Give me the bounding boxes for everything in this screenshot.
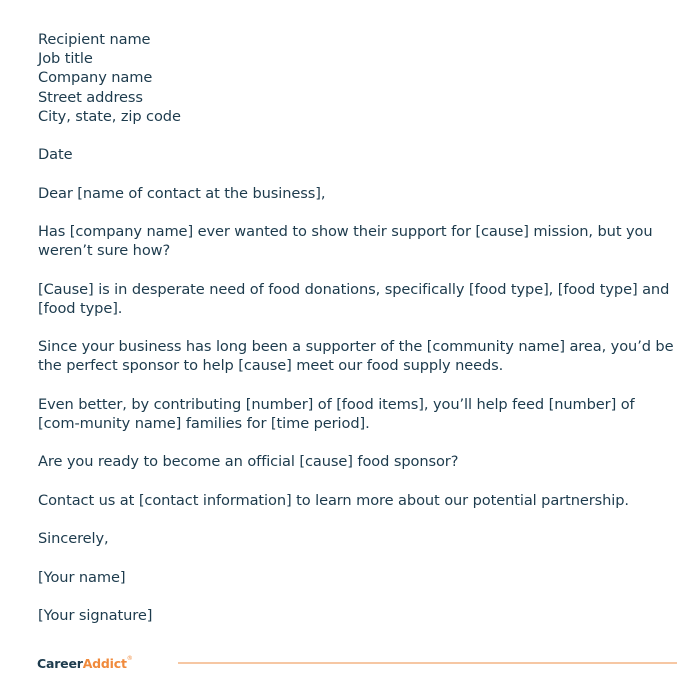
- paragraph: Has [company name] ever wanted to show t…: [38, 222, 653, 260]
- sender-signature: [Your signature]: [38, 606, 153, 624]
- address-line: Street address: [38, 88, 143, 106]
- logo-text-career: Career: [37, 656, 83, 671]
- careeraddict-logo: CareerAddict®: [37, 655, 133, 671]
- closing: Sincerely,: [38, 530, 109, 548]
- address-line: Job title: [38, 50, 93, 68]
- paragraph: [Cause] is in desperate need of food don…: [38, 280, 670, 317]
- paragraph: Contact us at [contact information] to l…: [38, 491, 629, 509]
- sender-name: [Your name]: [38, 568, 126, 586]
- registered-mark-icon: ®: [126, 655, 133, 662]
- paragraph: Are you ready to become an official [cau…: [38, 453, 459, 471]
- logo-text-addict: Addict: [82, 656, 127, 671]
- footer-divider: [178, 662, 677, 664]
- letter-body: Recipient name Job title Company name St…: [38, 30, 678, 625]
- address-line: City, state, zip code: [38, 107, 181, 125]
- salutation: Dear [name of contact at the business],: [38, 184, 326, 202]
- recipient-address: Recipient name Job title Company name St…: [38, 30, 678, 126]
- paragraph: Since your business has long been a supp…: [38, 338, 674, 375]
- address-line: Company name: [38, 69, 153, 87]
- address-line: Recipient name: [38, 31, 151, 48]
- paragraph: Even better, by contributing [number] of…: [38, 395, 635, 432]
- letter-date: Date: [38, 146, 73, 164]
